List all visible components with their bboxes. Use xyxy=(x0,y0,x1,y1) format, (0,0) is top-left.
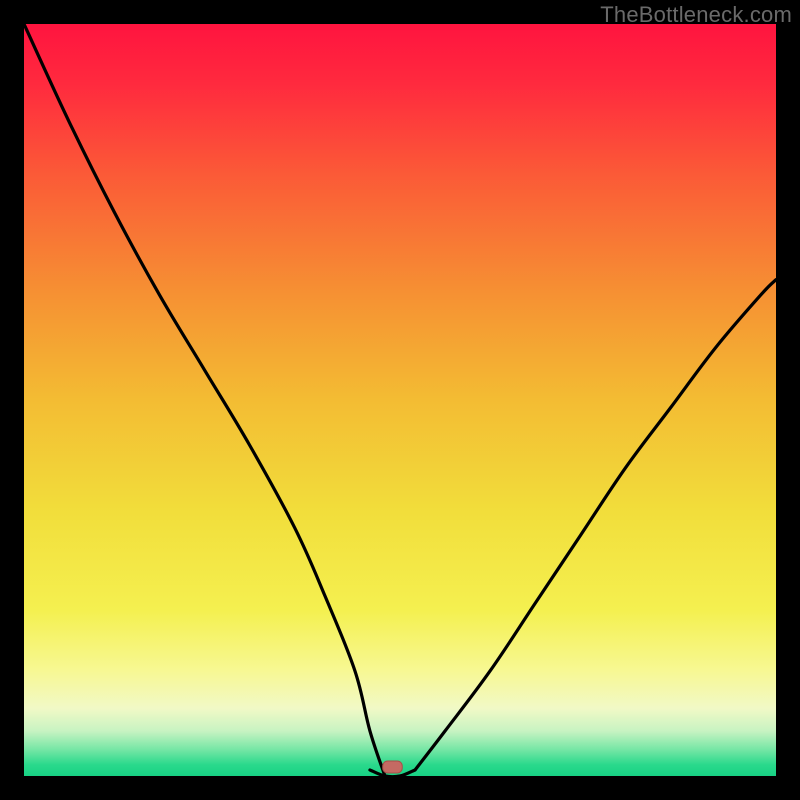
plot-area xyxy=(24,24,776,776)
gradient-background xyxy=(24,24,776,776)
chart-frame: TheBottleneck.com xyxy=(0,0,800,800)
optimum-marker xyxy=(383,761,403,773)
chart-svg xyxy=(24,24,776,776)
